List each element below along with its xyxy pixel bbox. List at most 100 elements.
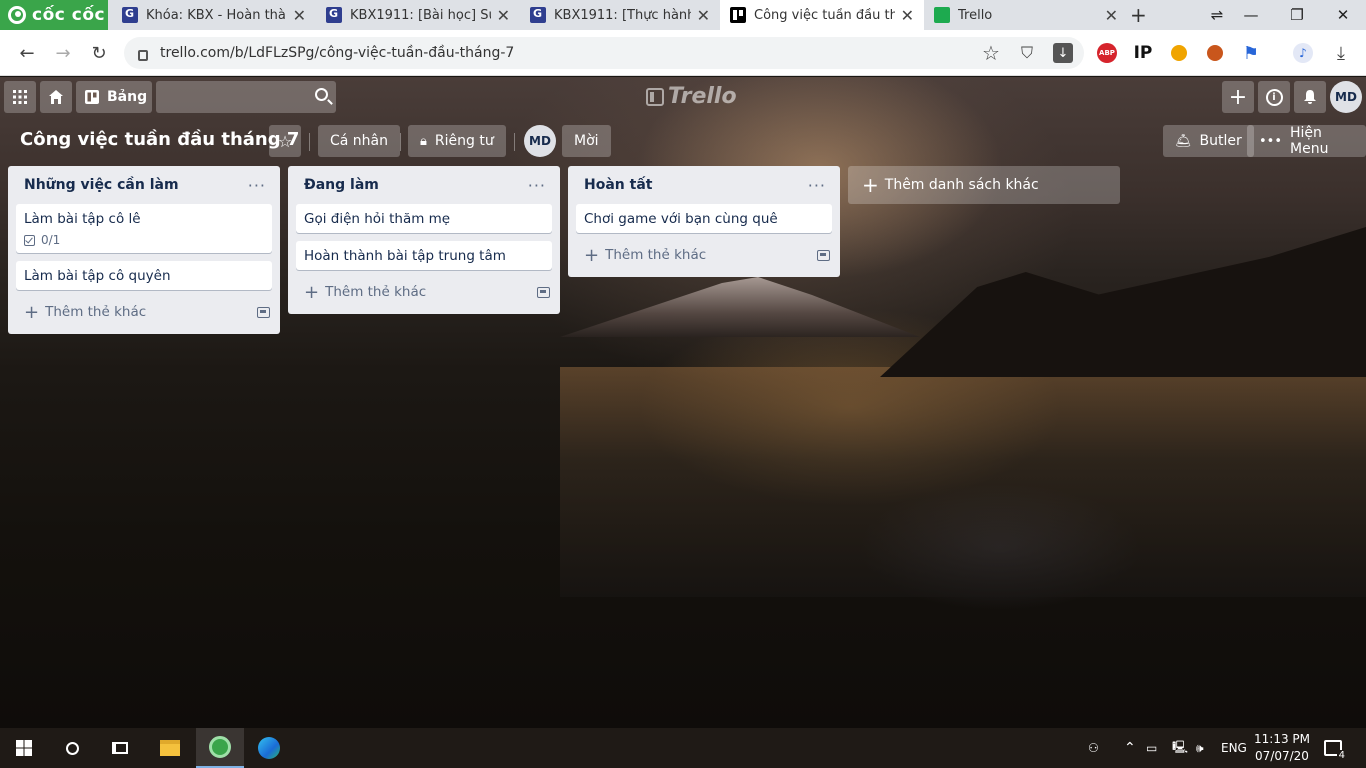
user-avatar[interactable]: MD — [1330, 81, 1362, 113]
home-button[interactable] — [40, 81, 72, 113]
trello-logo-icon — [646, 87, 664, 106]
coccoc-logo[interactable]: cốc cốc — [0, 0, 108, 30]
browser-tab-active[interactable]: Công việc tuần đầu thán ✕ — [720, 0, 924, 30]
browser-tab-bar: cốc cốc Khóa: KBX - Hoàn thành ✕ KBX1911… — [0, 0, 1366, 30]
ip-extension-icon[interactable]: IP — [1128, 38, 1158, 68]
show-menu-button[interactable]: ••• Hiện Menu — [1247, 125, 1366, 157]
card[interactable]: Làm bài tập cô quyên — [16, 261, 272, 290]
flag-extension-icon[interactable]: ⚑ — [1236, 38, 1266, 68]
list-title[interactable]: Đang làm — [304, 177, 379, 193]
checklist-count: 0/1 — [41, 233, 61, 247]
url-text: trello.com/b/LdFLzSPg/công-việc-tuần-đầu… — [160, 45, 515, 61]
downloads-icon[interactable]: ⤓ — [1326, 38, 1356, 68]
warning-extension-icon[interactable] — [1164, 38, 1194, 68]
add-card-button[interactable]: + Thêm thẻ khác — [304, 282, 426, 303]
card-template-icon[interactable] — [817, 249, 830, 261]
list-title[interactable]: Hoàn tất — [584, 177, 652, 193]
download-icon[interactable]: ↓ — [1048, 38, 1078, 68]
file-explorer-button[interactable] — [146, 728, 194, 768]
start-button[interactable] — [0, 728, 48, 768]
language-indicator[interactable]: ENG — [1221, 728, 1247, 768]
sheet-favicon-icon — [934, 7, 950, 23]
chevron-up-icon[interactable]: ⌃ — [1124, 728, 1136, 768]
close-icon[interactable]: ✕ — [1105, 6, 1118, 25]
create-button[interactable]: + — [1222, 81, 1254, 113]
browser-tab[interactable]: KBX1911: [Bài học] Sử d ✕ — [316, 0, 520, 30]
invite-button[interactable]: Mời — [562, 125, 611, 157]
music-extension-icon[interactable]: ♪ — [1288, 38, 1318, 68]
close-icon[interactable]: ✕ — [497, 6, 510, 25]
card[interactable]: Làm bài tập cô lê 0/1 — [16, 204, 272, 253]
volume-icon[interactable]: 🕪︎ — [1196, 728, 1204, 768]
list-menu-icon[interactable]: ··· — [528, 176, 546, 195]
background-mountain — [560, 277, 920, 337]
restore-button[interactable]: ❐ — [1274, 0, 1320, 30]
tab-title: Công việc tuần đầu thán — [754, 7, 895, 23]
list-title[interactable]: Những việc cần làm — [24, 177, 179, 193]
notifications-button[interactable] — [1294, 81, 1326, 113]
team-visibility-label: Cá nhân — [330, 133, 389, 149]
battery-icon[interactable]: ▭ — [1146, 728, 1157, 768]
add-card-button[interactable]: + Thêm thẻ khác — [24, 302, 146, 323]
trello-favicon-icon — [730, 7, 746, 23]
card[interactable]: Hoàn thành bài tập trung tâm — [296, 241, 552, 270]
windows-taskbar: ⚇ ⌃ ▭ 🖳︎ 🕪︎ ENG 11:13 PM 07/07/20 4 — [0, 728, 1366, 768]
task-view-button[interactable] — [96, 728, 144, 768]
search-icon[interactable] — [315, 88, 328, 101]
star-board-button[interactable]: ☆ — [269, 125, 301, 157]
minimize-button[interactable]: — — [1228, 0, 1274, 30]
search-input[interactable] — [156, 81, 336, 113]
list-menu-icon[interactable]: ··· — [248, 176, 266, 195]
reload-button[interactable]: ↻ — [84, 38, 114, 68]
edge-taskbar-button[interactable] — [245, 728, 293, 768]
team-visibility-button[interactable]: Cá nhân — [318, 125, 401, 157]
close-icon[interactable]: ✕ — [293, 6, 306, 25]
boards-label: Bảng — [107, 89, 148, 105]
system-clock[interactable]: 11:13 PM 07/07/20 — [1252, 731, 1312, 765]
privacy-button[interactable]: 🔒︎ Riêng tư — [408, 125, 506, 157]
plus-icon: + — [304, 281, 320, 303]
close-icon[interactable]: ✕ — [697, 6, 710, 25]
bookmark-star-icon[interactable]: ☆ — [976, 38, 1006, 68]
people-icon[interactable]: ⚇ — [1088, 728, 1099, 768]
forward-button[interactable]: → — [48, 38, 78, 68]
search-icon — [65, 741, 79, 755]
trello-logo[interactable]: Trello — [646, 84, 737, 109]
butler-button[interactable]: 🛎︎ Butler — [1163, 125, 1254, 157]
adblock-icon[interactable]: ABP — [1092, 38, 1122, 68]
search-button[interactable] — [48, 728, 96, 768]
shield-icon[interactable]: ⛉ — [1012, 38, 1042, 68]
card-template-icon[interactable] — [537, 286, 550, 298]
card-template-icon[interactable] — [257, 306, 270, 318]
action-center-button[interactable]: 4 — [1324, 728, 1347, 768]
fox-extension-icon[interactable] — [1200, 38, 1230, 68]
board-title[interactable]: Công việc tuần đầu tháng 7 — [20, 129, 299, 150]
kbx-favicon-icon — [326, 7, 342, 23]
invite-label: Mời — [574, 133, 599, 149]
new-tab-button[interactable]: + — [1130, 3, 1147, 27]
url-field[interactable]: trello.com/b/LdFLzSPg/công-việc-tuần-đầu… — [124, 37, 1084, 69]
edge-icon — [258, 737, 280, 759]
list-todo: Những việc cần làm ··· Làm bài tập cô lê… — [8, 166, 280, 334]
browser-tab[interactable]: Khóa: KBX - Hoàn thành ✕ — [112, 0, 316, 30]
info-button[interactable]: i — [1258, 81, 1290, 113]
kbx-favicon-icon — [122, 7, 138, 23]
clock-date: 07/07/20 — [1255, 749, 1309, 763]
close-icon[interactable]: ✕ — [901, 6, 914, 25]
add-list-button[interactable]: + Thêm danh sách khác — [848, 166, 1120, 204]
network-icon[interactable]: 🖳︎ — [1172, 728, 1188, 768]
coccoc-taskbar-button[interactable] — [196, 728, 244, 768]
browser-tab[interactable]: KBX1911: [Thực hành] S ✕ — [520, 0, 720, 30]
tab-title: KBX1911: [Bài học] Sử d — [350, 7, 491, 23]
list-menu-icon[interactable]: ··· — [808, 176, 826, 195]
member-avatar[interactable]: MD — [524, 125, 556, 157]
back-button[interactable]: ← — [12, 38, 42, 68]
card[interactable]: Chơi game với bạn cùng quê — [576, 204, 832, 233]
boards-button[interactable]: Bảng — [76, 81, 152, 113]
add-card-button[interactable]: + Thêm thẻ khác — [584, 245, 706, 266]
card[interactable]: Gọi điện hỏi thăm mẹ — [296, 204, 552, 233]
close-window-button[interactable]: ✕ — [1320, 0, 1366, 30]
trello-top-header: Bảng Trello + i MD — [0, 77, 1366, 117]
browser-tab[interactable]: Trello ✕ — [924, 0, 1128, 30]
apps-grid-button[interactable] — [4, 81, 36, 113]
